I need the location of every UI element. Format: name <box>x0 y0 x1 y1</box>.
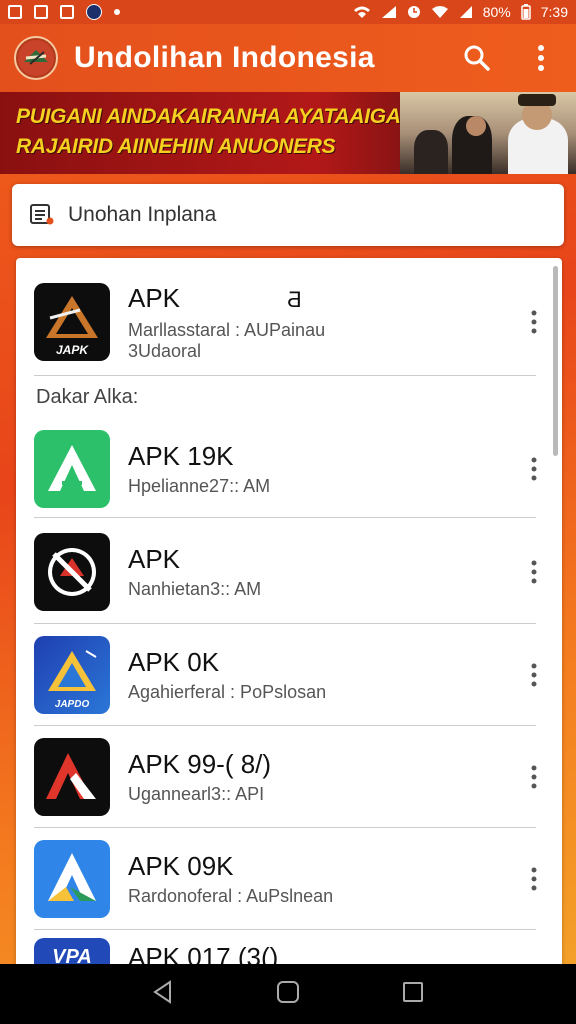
item-subtitle: Hpelianne27:: AM <box>128 476 271 496</box>
list-item[interactable]: APK 19K Hpelianne27:: AM <box>16 420 552 518</box>
item-subtitle: Marllasstaral : AUPainau <box>128 320 326 340</box>
wifi-strength-icon <box>431 6 448 18</box>
no-sign-icon <box>34 533 110 611</box>
icon-caption: JAPDO <box>54 699 90 710</box>
cell-signal-icon <box>459 6 472 18</box>
app-list: JAPK APK Ƌ Marllasstaral : AUPainau 3Uda… <box>16 258 562 964</box>
list-item[interactable]: JAPDO APK 0K Agahierferal : PoPslosan <box>16 624 552 726</box>
icon-caption: JAPK <box>55 343 88 357</box>
promo-banner[interactable]: PUIGANI AINDAKAIRANHA AYATAAIGAN RAJAIRI… <box>0 92 576 174</box>
list-item[interactable]: APK 99-( 8/) Ugannearl3:: API <box>16 726 552 828</box>
item-title: APK <box>128 283 181 313</box>
item-title: APK 017 (3() <box>128 942 279 964</box>
search-icon[interactable] <box>462 43 492 73</box>
overflow-menu-icon[interactable] <box>526 43 556 73</box>
red-a-icon <box>34 738 110 816</box>
item-title-extra: Ƌ <box>287 287 302 312</box>
wifi-icon <box>353 6 370 18</box>
battery-icon <box>521 4 531 20</box>
list-icon <box>30 204 54 225</box>
vpa-icon: VPA <box>34 938 110 964</box>
app-title: Undolihan Indonesia <box>74 41 375 74</box>
item-subtitle: Rardonoferal : AuPslnean <box>128 886 334 906</box>
battery-percent: 80% <box>482 4 511 20</box>
more-options-icon[interactable] <box>522 757 546 797</box>
item-title: APK 99-( 8/) <box>128 749 272 779</box>
item-title: APK 19K <box>128 441 234 471</box>
item-subtitle: Ugannearl3:: API <box>128 784 265 804</box>
more-options-icon[interactable] <box>522 449 546 489</box>
list-item[interactable]: JAPK APK Ƌ Marllasstaral : AUPainau 3Uda… <box>16 268 552 376</box>
clock: 7:39 <box>540 4 568 20</box>
icon-caption: VPA <box>52 946 92 964</box>
item-subtitle: Agahierferal : PoPslosan <box>128 682 327 702</box>
item-title: APK <box>128 544 181 574</box>
section-label: Dakar Alka: <box>36 386 139 408</box>
blue-triangle-icon: JAPDO <box>34 636 110 714</box>
apk-logo-icon: JAPK <box>34 283 110 361</box>
recents-icon[interactable] <box>400 979 426 1010</box>
home-icon[interactable] <box>275 979 301 1010</box>
green-a-icon <box>34 430 110 508</box>
more-options-icon[interactable] <box>522 302 546 342</box>
more-options-icon[interactable] <box>522 552 546 592</box>
app-notification-icon <box>86 4 102 20</box>
search-bar[interactable]: Unohan Inplana <box>12 184 564 246</box>
system-nav-bar <box>0 964 576 1024</box>
list-item[interactable]: APK Nanhietan3:: AM <box>16 520 552 624</box>
banner-text: PUIGANI AINDAKAIRANHA AYATAAIGAN RAJAIRI… <box>16 102 416 162</box>
blue-a-icon <box>34 840 110 918</box>
item-subtitle-2: 3Udaoral <box>128 341 202 361</box>
signal-icon <box>381 6 396 18</box>
edit-notification-icon <box>34 5 48 19</box>
alarm-icon <box>407 6 420 18</box>
app-bar: Undolihan Indonesia <box>0 24 576 92</box>
scrollbar[interactable] <box>553 266 558 456</box>
list-item[interactable]: VPA APK 017 (3() <box>16 934 552 964</box>
item-subtitle: Nanhietan3:: AM <box>128 579 262 599</box>
more-options-icon[interactable] <box>522 655 546 695</box>
image-notification-icon <box>8 5 22 19</box>
search-label: Unohan Inplana <box>68 203 217 226</box>
item-title: APK 09K <box>128 851 234 881</box>
list-item[interactable]: APK 09K Rardonoferal : AuPslnean <box>16 828 552 930</box>
mail-notification-icon <box>60 5 74 19</box>
app-logo-icon[interactable] <box>14 36 58 80</box>
banner-photo <box>400 92 576 174</box>
more-options-icon[interactable] <box>522 859 546 899</box>
status-bar: 80% 7:39 <box>0 0 576 24</box>
dot-notification-icon <box>114 9 120 15</box>
back-icon[interactable] <box>150 979 176 1010</box>
banner-line-1: PUIGANI AINDAKAIRANHA AYATAAIGAN <box>16 105 416 128</box>
item-title: APK 0K <box>128 647 220 677</box>
banner-line-2: RAJAIRID AIINEHIIN ANUONERS <box>16 135 336 158</box>
